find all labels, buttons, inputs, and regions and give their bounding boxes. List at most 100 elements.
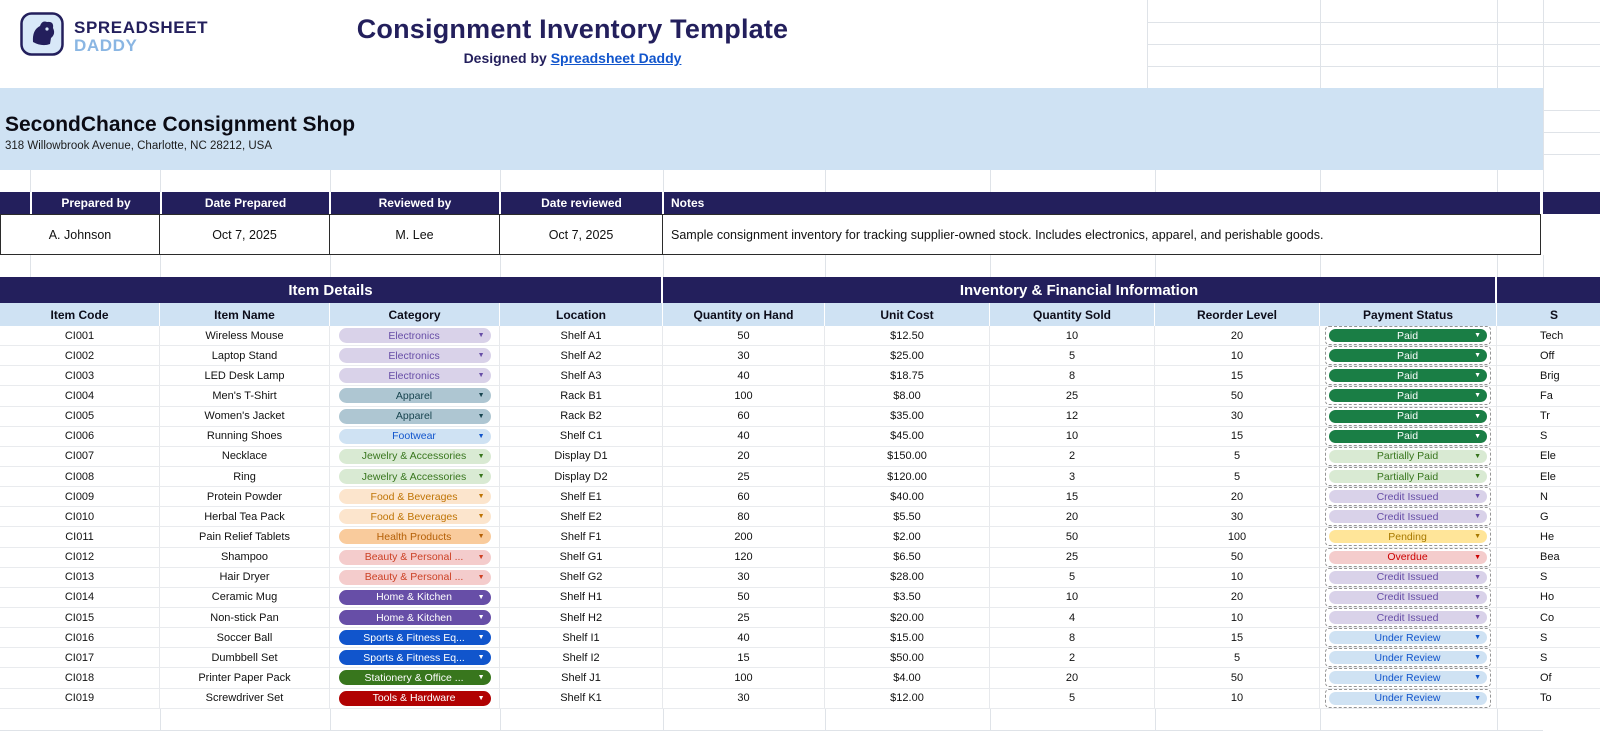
- category-dropdown[interactable]: Electronics▼: [339, 328, 491, 343]
- quantity-on-hand-cell[interactable]: 200: [663, 527, 825, 547]
- quantity-sold-cell[interactable]: 4: [990, 608, 1155, 628]
- reviewed-by-value[interactable]: M. Lee: [330, 214, 500, 255]
- quantity-on-hand-cell[interactable]: 50: [663, 588, 825, 608]
- item-code-cell[interactable]: CI006: [0, 427, 160, 447]
- supplier-cell-clipped[interactable]: Brig: [1497, 366, 1600, 386]
- category-dropdown[interactable]: Beauty & Personal ...▼: [339, 570, 491, 585]
- category-dropdown[interactable]: Electronics▼: [339, 368, 491, 383]
- item-code-cell[interactable]: CI008: [0, 467, 160, 487]
- reorder-level-cell[interactable]: 10: [1155, 689, 1320, 709]
- reorder-level-cell[interactable]: 15: [1155, 427, 1320, 447]
- quantity-sold-cell[interactable]: 5: [990, 568, 1155, 588]
- location-cell[interactable]: Shelf H1: [500, 588, 663, 608]
- prepared-by-value[interactable]: A. Johnson: [0, 214, 160, 255]
- unit-cost-cell[interactable]: $12.50: [825, 326, 990, 346]
- reorder-level-cell[interactable]: 20: [1155, 588, 1320, 608]
- quantity-on-hand-cell[interactable]: 20: [663, 447, 825, 467]
- payment-status-dropdown[interactable]: Credit Issued▼: [1325, 608, 1491, 627]
- reorder-level-cell[interactable]: 20: [1155, 326, 1320, 346]
- category-dropdown[interactable]: Beauty & Personal ...▼: [339, 550, 491, 565]
- payment-status-dropdown[interactable]: Credit Issued▼: [1325, 568, 1491, 587]
- quantity-sold-cell[interactable]: 25: [990, 386, 1155, 406]
- quantity-sold-cell[interactable]: 3: [990, 467, 1155, 487]
- quantity-sold-cell[interactable]: 15: [990, 487, 1155, 507]
- supplier-cell-clipped[interactable]: G: [1497, 507, 1600, 527]
- category-dropdown[interactable]: Stationery & Office ...▼: [339, 670, 491, 685]
- quantity-sold-cell[interactable]: 12: [990, 407, 1155, 427]
- item-name-cell[interactable]: Ring: [160, 467, 330, 487]
- quantity-on-hand-cell[interactable]: 40: [663, 427, 825, 447]
- reorder-level-cell[interactable]: 5: [1155, 467, 1320, 487]
- unit-cost-cell[interactable]: $28.00: [825, 568, 990, 588]
- quantity-on-hand-cell[interactable]: 40: [663, 366, 825, 386]
- item-code-cell[interactable]: CI002: [0, 346, 160, 366]
- location-cell[interactable]: Shelf F1: [500, 527, 663, 547]
- quantity-sold-cell[interactable]: 2: [990, 447, 1155, 467]
- quantity-on-hand-cell[interactable]: 30: [663, 346, 825, 366]
- category-dropdown[interactable]: Food & Beverages▼: [339, 509, 491, 524]
- item-name-cell[interactable]: Dumbbell Set: [160, 648, 330, 668]
- supplier-cell-clipped[interactable]: N: [1497, 487, 1600, 507]
- payment-status-dropdown[interactable]: Partially Paid▼: [1325, 447, 1491, 466]
- quantity-sold-cell[interactable]: 10: [990, 326, 1155, 346]
- reorder-level-cell[interactable]: 15: [1155, 628, 1320, 648]
- item-name-cell[interactable]: Shampoo: [160, 548, 330, 568]
- payment-status-dropdown[interactable]: Under Review▼: [1325, 628, 1491, 647]
- location-cell[interactable]: Rack B2: [500, 407, 663, 427]
- item-code-cell[interactable]: CI015: [0, 608, 160, 628]
- item-name-cell[interactable]: Pain Relief Tablets: [160, 527, 330, 547]
- quantity-on-hand-cell[interactable]: 60: [663, 487, 825, 507]
- spreadsheet-daddy-link[interactable]: Spreadsheet Daddy: [551, 50, 682, 66]
- quantity-sold-cell[interactable]: 8: [990, 628, 1155, 648]
- supplier-cell-clipped[interactable]: Ele: [1497, 467, 1600, 487]
- quantity-sold-cell[interactable]: 8: [990, 366, 1155, 386]
- item-code-cell[interactable]: CI016: [0, 628, 160, 648]
- unit-cost-cell[interactable]: $25.00: [825, 346, 990, 366]
- quantity-sold-cell[interactable]: 25: [990, 548, 1155, 568]
- quantity-on-hand-cell[interactable]: 25: [663, 608, 825, 628]
- unit-cost-cell[interactable]: $120.00: [825, 467, 990, 487]
- quantity-sold-cell[interactable]: 5: [990, 346, 1155, 366]
- item-code-cell[interactable]: CI003: [0, 366, 160, 386]
- quantity-on-hand-cell[interactable]: 30: [663, 568, 825, 588]
- supplier-cell-clipped[interactable]: He: [1497, 527, 1600, 547]
- payment-status-dropdown[interactable]: Paid▼: [1325, 346, 1491, 365]
- quantity-sold-cell[interactable]: 2: [990, 648, 1155, 668]
- supplier-cell-clipped[interactable]: S: [1497, 568, 1600, 588]
- item-name-cell[interactable]: Soccer Ball: [160, 628, 330, 648]
- unit-cost-cell[interactable]: $6.50: [825, 548, 990, 568]
- payment-status-dropdown[interactable]: Credit Issued▼: [1325, 487, 1491, 506]
- payment-status-dropdown[interactable]: Under Review▼: [1325, 648, 1491, 667]
- item-name-cell[interactable]: Ceramic Mug: [160, 588, 330, 608]
- quantity-on-hand-cell[interactable]: 120: [663, 548, 825, 568]
- reorder-level-cell[interactable]: 50: [1155, 668, 1320, 688]
- category-dropdown[interactable]: Electronics▼: [339, 348, 491, 363]
- unit-cost-cell[interactable]: $35.00: [825, 407, 990, 427]
- item-name-cell[interactable]: Screwdriver Set: [160, 689, 330, 709]
- location-cell[interactable]: Shelf H2: [500, 608, 663, 628]
- quantity-on-hand-cell[interactable]: 30: [663, 689, 825, 709]
- category-dropdown[interactable]: Food & Beverages▼: [339, 489, 491, 504]
- payment-status-dropdown[interactable]: Under Review▼: [1325, 689, 1491, 708]
- unit-cost-cell[interactable]: $3.50: [825, 588, 990, 608]
- unit-cost-cell[interactable]: $15.00: [825, 628, 990, 648]
- item-code-cell[interactable]: CI013: [0, 568, 160, 588]
- item-code-cell[interactable]: CI004: [0, 386, 160, 406]
- supplier-cell-clipped[interactable]: To: [1497, 689, 1600, 709]
- location-cell[interactable]: Shelf E1: [500, 487, 663, 507]
- location-cell[interactable]: Shelf E2: [500, 507, 663, 527]
- item-name-cell[interactable]: Necklace: [160, 447, 330, 467]
- item-code-cell[interactable]: CI009: [0, 487, 160, 507]
- quantity-sold-cell[interactable]: 5: [990, 689, 1155, 709]
- location-cell[interactable]: Shelf A2: [500, 346, 663, 366]
- unit-cost-cell[interactable]: $18.75: [825, 366, 990, 386]
- category-dropdown[interactable]: Apparel▼: [339, 388, 491, 403]
- quantity-sold-cell[interactable]: 10: [990, 588, 1155, 608]
- supplier-cell-clipped[interactable]: Fa: [1497, 386, 1600, 406]
- payment-status-dropdown[interactable]: Paid▼: [1325, 386, 1491, 405]
- item-name-cell[interactable]: Herbal Tea Pack: [160, 507, 330, 527]
- item-name-cell[interactable]: Protein Powder: [160, 487, 330, 507]
- category-dropdown[interactable]: Sports & Fitness Eq...▼: [339, 630, 491, 645]
- reorder-level-cell[interactable]: 5: [1155, 447, 1320, 467]
- reorder-level-cell[interactable]: 30: [1155, 407, 1320, 427]
